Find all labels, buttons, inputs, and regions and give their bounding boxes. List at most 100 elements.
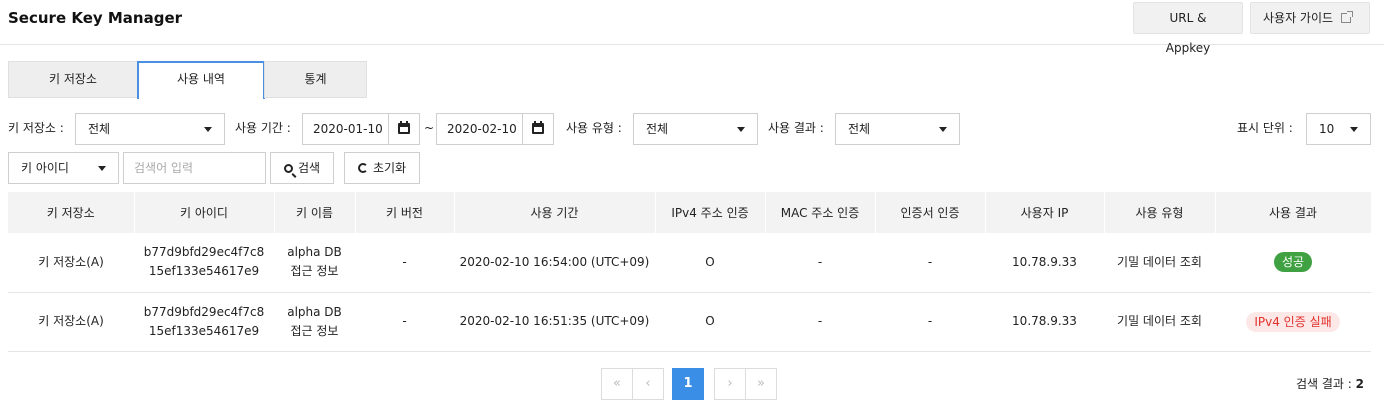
keystore-select[interactable]: 전체	[75, 113, 225, 145]
key-id-line: 15ef133e54617e9	[148, 323, 260, 338]
column-header: 사용자 IP	[985, 192, 1105, 233]
cell-key-version: -	[355, 292, 454, 352]
cell-result: IPv4 인증 실패	[1215, 292, 1371, 352]
result-select-value: 전체	[848, 122, 871, 136]
result-count: 검색 결과 : 2	[1296, 375, 1364, 393]
column-header: 사용 결과	[1215, 192, 1372, 233]
column-header: MAC 주소 인증	[765, 192, 876, 233]
next-page-button[interactable]: ›	[714, 368, 746, 400]
period-filter-label: 사용 기간 :	[235, 121, 291, 135]
search-button[interactable]: 검색	[270, 152, 334, 184]
table-header-row: 키 저장소 키 아이디 키 이름 키 버전 사용 기간 IPv4 주소 인증 M…	[8, 192, 1372, 233]
caret-down-icon	[737, 127, 745, 132]
search-icon	[283, 164, 293, 173]
user-guide-label: 사용자 가이드	[1263, 11, 1334, 25]
result-select[interactable]: 전체	[835, 113, 960, 145]
cell-period: 2020-02-10 16:51:35 (UTC+09)	[454, 292, 655, 352]
tab-usage-history[interactable]: 사용 내역	[137, 61, 265, 99]
column-header: 인증서 인증	[875, 192, 986, 233]
cell-cert-auth: -	[875, 292, 985, 352]
date-from-value: 2020-01-10	[313, 122, 383, 136]
status-badge: IPv4 인증 실패	[1246, 311, 1340, 332]
cell-mac-auth: -	[765, 292, 875, 352]
key-name-line: 접근 정보	[290, 264, 339, 279]
key-id-line: b77d9bfd29ec4f7c8	[143, 245, 265, 260]
result-count-value: 2	[1355, 377, 1365, 391]
caret-down-icon	[1350, 127, 1358, 132]
prev-page-button[interactable]: ‹	[632, 368, 664, 400]
cell-mac-auth: -	[765, 233, 875, 293]
calendar-icon	[398, 121, 410, 134]
page-size-label: 표시 단위 :	[1237, 121, 1293, 135]
date-to-field[interactable]: 2020-02-10	[436, 113, 554, 145]
cell-usage-type: 기밀 데이터 조회	[1104, 233, 1215, 293]
tab-keystore[interactable]: 키 저장소	[8, 61, 138, 98]
column-header: 사용 기간	[454, 192, 656, 233]
search-field-select[interactable]: 키 아이디	[8, 152, 119, 184]
cell-user-ip: 10.78.9.33	[985, 233, 1104, 293]
cell-period: 2020-02-10 16:54:00 (UTC+09)	[454, 233, 655, 293]
key-name-line: alpha DB	[287, 245, 342, 260]
key-id-line: 15ef133e54617e9	[148, 264, 260, 279]
tab-statistics[interactable]: 통계	[264, 61, 367, 98]
search-button-label: 검색	[297, 161, 321, 175]
column-header: 키 버전	[355, 192, 455, 233]
date-separator: ~	[424, 121, 435, 135]
date-from-field[interactable]: 2020-01-10	[302, 113, 420, 145]
search-input[interactable]	[123, 152, 266, 184]
usage-history-table: 키 저장소 키 아이디 키 이름 키 버전 사용 기간 IPv4 주소 인증 M…	[8, 192, 1372, 352]
column-header: 키 저장소	[8, 192, 135, 233]
date-to-value: 2020-02-10	[447, 122, 517, 136]
date-to-calendar-button[interactable]	[522, 113, 554, 145]
reset-button[interactable]: 초기화	[344, 152, 420, 184]
cell-user-ip: 10.78.9.33	[985, 292, 1104, 352]
last-page-button[interactable]: »	[745, 368, 777, 400]
usage-type-select-value: 전체	[646, 122, 669, 136]
usage-type-select[interactable]: 전체	[633, 113, 758, 145]
url-appkey-button[interactable]: URL & Appkey	[1133, 2, 1243, 55]
cell-key-name: alpha DB 접근 정보	[274, 233, 355, 293]
column-header: 키 이름	[274, 192, 356, 233]
cell-ipv4-auth: O	[655, 233, 765, 293]
key-name-line: alpha DB	[287, 304, 342, 319]
caret-down-icon	[939, 127, 947, 132]
first-page-button[interactable]: «	[601, 368, 633, 400]
table-row[interactable]: 키 저장소(A) b77d9bfd29ec4f7c8 15ef133e54617e…	[8, 292, 1371, 352]
search-field-value: 키 아이디	[21, 161, 69, 175]
cell-cert-auth: -	[875, 233, 985, 293]
cell-keystore: 키 저장소(A)	[8, 292, 134, 352]
cell-result: 성공	[1215, 233, 1371, 293]
reset-icon	[357, 163, 368, 173]
keystore-filter-label: 키 저장소 :	[8, 121, 64, 135]
cell-key-version: -	[355, 233, 454, 293]
page-header: Secure Key Manager URL & Appkey 사용자 가이드	[0, 0, 1384, 55]
page-size-select-value: 10	[1319, 122, 1335, 136]
table-row[interactable]: 키 저장소(A) b77d9bfd29ec4f7c8 15ef133e54617e…	[8, 233, 1371, 293]
column-header: IPv4 주소 인증	[655, 192, 766, 233]
keystore-select-value: 전체	[88, 122, 111, 136]
column-header: 키 아이디	[134, 192, 275, 233]
status-badge: 성공	[1273, 252, 1313, 273]
page-button-current[interactable]: 1	[672, 368, 704, 400]
result-filter-label: 사용 결과 :	[768, 121, 824, 135]
column-header: 사용 유형	[1104, 192, 1216, 233]
external-link-icon	[1341, 11, 1354, 23]
cell-ipv4-auth: O	[655, 292, 765, 352]
caret-down-icon	[98, 166, 106, 171]
usage-type-filter-label: 사용 유형 :	[566, 121, 622, 135]
result-count-label: 검색 결과 :	[1296, 377, 1352, 391]
key-name-line: 접근 정보	[290, 323, 339, 338]
app-title: Secure Key Manager	[8, 9, 183, 27]
key-id-line: b77d9bfd29ec4f7c8	[143, 304, 265, 319]
date-from-calendar-button[interactable]	[388, 113, 420, 145]
cell-keystore: 키 저장소(A)	[8, 233, 134, 293]
page-size-select[interactable]: 10	[1306, 113, 1371, 145]
cell-key-id: b77d9bfd29ec4f7c8 15ef133e54617e9	[134, 233, 274, 293]
cell-key-name: alpha DB 접근 정보	[274, 292, 355, 352]
cell-key-id: b77d9bfd29ec4f7c8 15ef133e54617e9	[134, 292, 274, 352]
calendar-icon	[532, 121, 544, 134]
cell-usage-type: 기밀 데이터 조회	[1104, 292, 1215, 352]
reset-button-label: 초기화	[372, 161, 407, 175]
user-guide-button[interactable]: 사용자 가이드	[1250, 2, 1370, 34]
caret-down-icon	[204, 127, 212, 132]
